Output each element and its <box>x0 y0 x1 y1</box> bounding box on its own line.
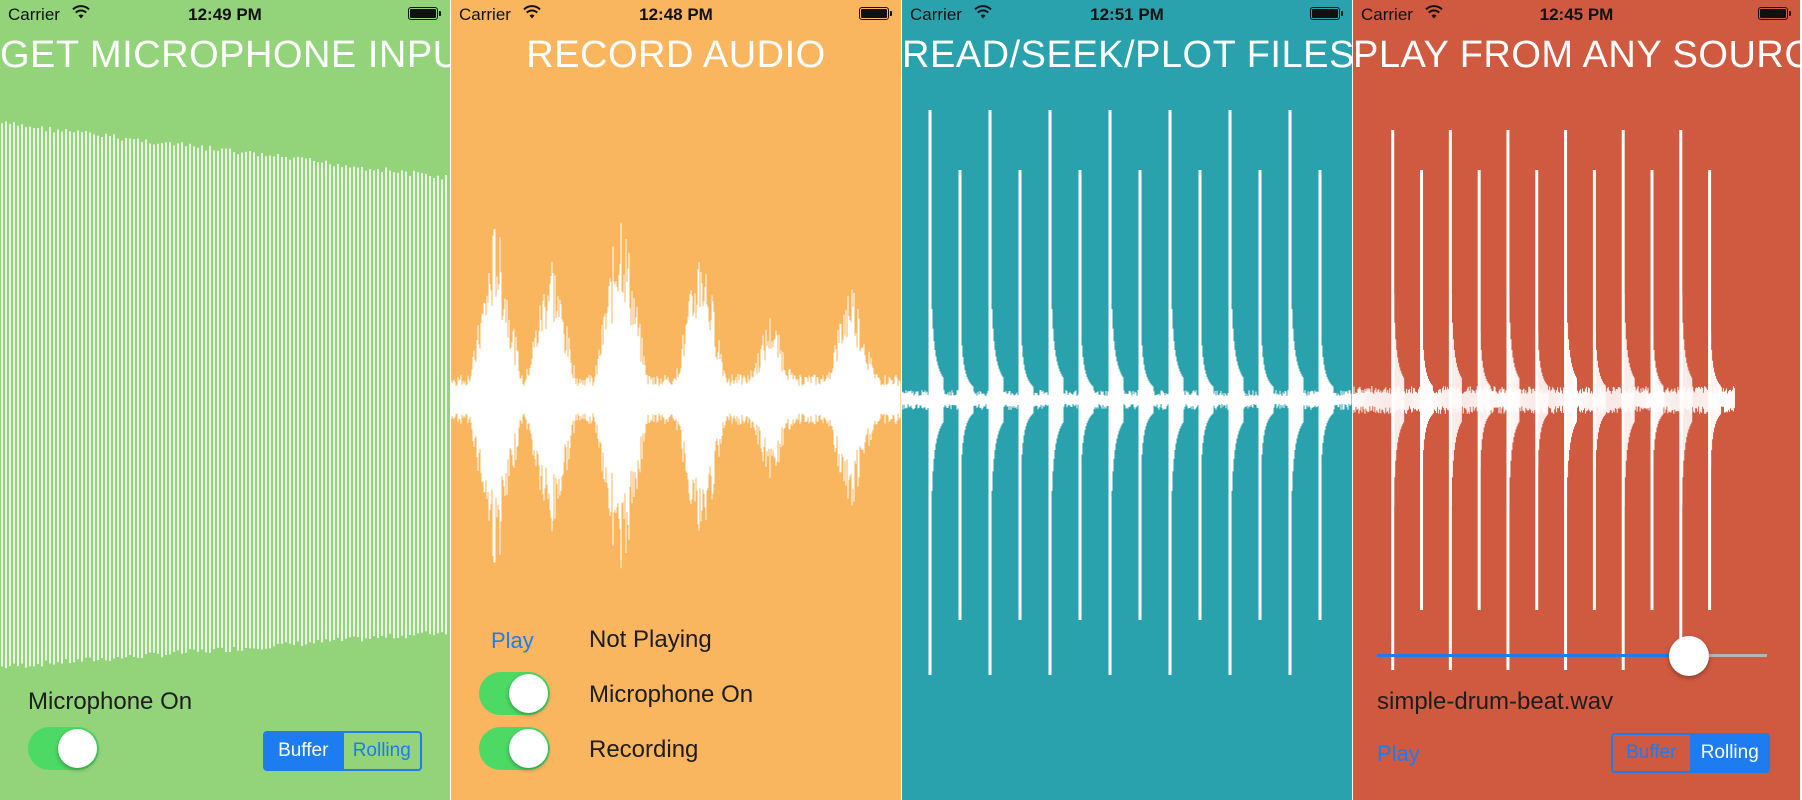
plot-type-segmented-control[interactable]: Buffer Rolling <box>263 731 422 771</box>
recording-toggle[interactable] <box>479 727 550 770</box>
battery-icon <box>859 7 892 20</box>
panel-read-seek-plot: Carrier 12:51 PM READ/SEEK/PLOT FILES <box>902 0 1352 800</box>
status-time: 12:45 PM <box>1539 5 1614 24</box>
status-bar: Carrier 12:45 PM <box>1353 0 1800 28</box>
slider-thumb[interactable] <box>1669 636 1709 676</box>
file-name-label: simple-drum-beat.wav <box>1377 688 1614 715</box>
slider-track-empty <box>1709 654 1767 657</box>
toggle-knob <box>509 674 548 713</box>
play-button[interactable]: Play <box>491 628 534 654</box>
app-screenshot-strip: Carrier 12:49 PM GET MICROPHONE INPUT Mi… <box>0 0 1802 800</box>
waveform-plot <box>1353 130 1735 670</box>
seek-slider[interactable] <box>1377 636 1767 676</box>
segment-buffer[interactable]: Buffer <box>1613 735 1690 771</box>
battery-icon <box>1758 7 1791 20</box>
recording-label: Recording <box>589 736 699 763</box>
waveform-plot <box>451 222 901 569</box>
microphone-toggle[interactable] <box>479 672 550 715</box>
segment-rolling[interactable]: Rolling <box>1691 735 1768 771</box>
status-bar: Carrier 12:48 PM <box>451 0 901 28</box>
toggle-knob <box>509 729 548 768</box>
page-title: PLAY FROM ANY SOURCE <box>1353 34 1800 76</box>
battery-icon <box>1310 7 1343 20</box>
status-bar: Carrier 12:49 PM <box>0 0 450 28</box>
waveform-plot <box>1 121 447 669</box>
microphone-label: Microphone On <box>589 681 754 708</box>
plot-type-segmented-control[interactable]: Buffer Rolling <box>1611 733 1770 773</box>
status-bar: Carrier 12:51 PM <box>902 0 1352 28</box>
segment-rolling[interactable]: Rolling <box>344 733 421 769</box>
play-button[interactable]: Play <box>1377 741 1420 767</box>
slider-track-filled <box>1377 654 1669 657</box>
status-time: 12:49 PM <box>188 5 262 24</box>
microphone-label: Microphone On <box>28 688 193 715</box>
toggle-knob <box>58 729 97 768</box>
status-time: 12:51 PM <box>1090 5 1164 24</box>
battery-icon <box>408 7 441 20</box>
status-time: 12:48 PM <box>639 5 713 24</box>
page-title: GET MICROPHONE INPUT <box>0 34 450 76</box>
panel-record-audio: Carrier 12:48 PM RECORD AUDIO Play Not P… <box>451 0 901 800</box>
microphone-toggle[interactable] <box>28 727 99 770</box>
segment-buffer[interactable]: Buffer <box>265 733 342 769</box>
page-title: READ/SEEK/PLOT FILES <box>902 34 1352 76</box>
panel-microphone-input: Carrier 12:49 PM GET MICROPHONE INPUT Mi… <box>0 0 450 800</box>
page-title: RECORD AUDIO <box>526 34 826 76</box>
playback-status-label: Not Playing <box>589 626 712 653</box>
waveform-plot <box>902 110 1352 675</box>
panel-play-from-source: Carrier 12:45 PM PLAY FROM ANY SOURCE si… <box>1353 0 1800 800</box>
